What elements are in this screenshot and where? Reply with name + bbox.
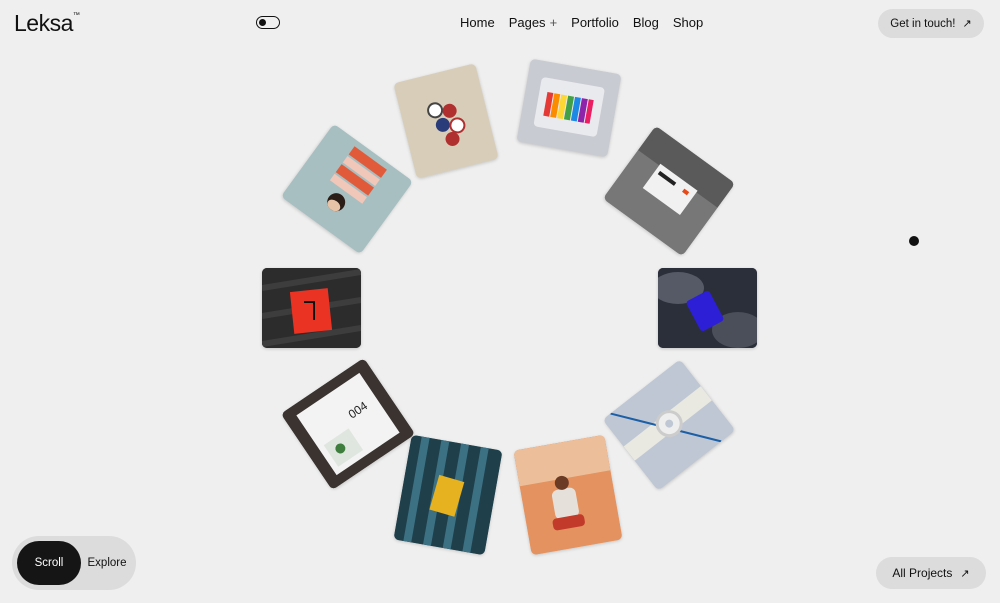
nav-blog[interactable]: Blog (633, 15, 659, 30)
main-nav: Home Pages + Portfolio Blog Shop (460, 15, 703, 30)
red-card-image (262, 268, 361, 348)
explore-mode-button[interactable]: Explore (82, 541, 132, 585)
nav-shop[interactable]: Shop (673, 15, 703, 30)
gallery-card-red-card[interactable] (262, 268, 361, 348)
gallery-card-poster[interactable]: 004 (280, 357, 416, 491)
scroll-mode-button[interactable]: Scroll (17, 541, 81, 585)
cursor-dot (909, 236, 919, 246)
stickers-image (393, 63, 499, 179)
poster-image: 004 (280, 357, 416, 491)
all-projects-button[interactable]: All Projects ↗ (876, 557, 986, 589)
gallery-card-orange-person[interactable] (513, 434, 623, 556)
gallery-card-tape[interactable] (602, 359, 736, 491)
gallery-card-phone[interactable] (658, 268, 757, 348)
gallery-card-stripes[interactable] (280, 123, 414, 255)
brand-name: Leksa (14, 10, 73, 36)
gallery-card-pencils[interactable] (516, 58, 622, 158)
trademark: ™ (72, 12, 80, 19)
nav-pages-label: Pages (508, 15, 546, 30)
arrow-up-right-icon: ↗ (960, 567, 970, 580)
brand-logo[interactable]: Leksa™ (14, 10, 80, 37)
gallery-card-yellow-card[interactable] (393, 434, 503, 556)
get-in-touch-label: Get in touch! (890, 17, 956, 30)
box-image (602, 125, 736, 257)
nav-pages[interactable]: Pages + (509, 15, 557, 30)
theme-toggle[interactable] (256, 16, 280, 29)
toggle-knob (259, 19, 266, 26)
yellow-card-image (393, 434, 503, 556)
gallery-card-box[interactable] (602, 125, 736, 257)
plus-icon: + (549, 15, 558, 30)
arrow-up-right-icon: ↗ (962, 18, 972, 30)
phone-image (658, 268, 757, 348)
stripes-image (280, 123, 414, 255)
gallery-card-stickers[interactable] (393, 63, 499, 179)
nav-portfolio[interactable]: Portfolio (571, 15, 619, 30)
orange-person-image (513, 434, 623, 556)
pencils-image (516, 58, 622, 158)
view-mode-switch[interactable]: Scroll Explore (12, 536, 136, 590)
tape-image (602, 359, 736, 491)
nav-home[interactable]: Home (460, 15, 495, 30)
get-in-touch-button[interactable]: Get in touch! ↗ (878, 9, 984, 38)
all-projects-label: All Projects (892, 566, 953, 580)
